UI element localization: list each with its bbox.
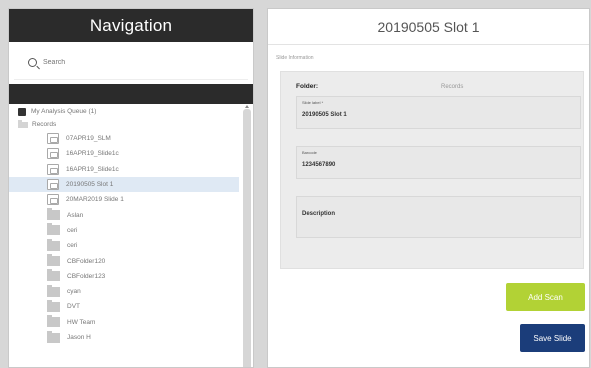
tree-item-folder[interactable]: DVT bbox=[9, 299, 239, 314]
folder-icon bbox=[47, 208, 60, 221]
tree-item-label: Jason H bbox=[67, 334, 91, 341]
description-label: Description bbox=[302, 211, 336, 217]
slide-icon bbox=[47, 194, 59, 206]
save-slide-button[interactable]: Save Slide bbox=[520, 324, 585, 352]
slide-label-field[interactable]: Slide label * 20190505 Slot 1 bbox=[296, 96, 581, 129]
tree-item-analysis-queue[interactable]: My Analysis Queue (1) bbox=[9, 105, 239, 118]
toolbar-bar bbox=[9, 84, 253, 104]
slide-icon bbox=[47, 133, 59, 145]
page-title: 20190505 Slot 1 bbox=[268, 9, 589, 45]
section-label: Slide Information bbox=[276, 55, 314, 61]
queue-icon bbox=[18, 107, 26, 116]
tree-item-label: My Analysis Queue (1) bbox=[31, 108, 97, 115]
folder-icon bbox=[47, 315, 60, 328]
tree-item-slide[interactable]: 20MAR2019 Slide 1 bbox=[9, 192, 239, 207]
folder-icon bbox=[18, 119, 28, 128]
slide-label-value: 20190505 Slot 1 bbox=[302, 112, 347, 118]
tree-item-label: cyan bbox=[67, 288, 81, 296]
folder-icon bbox=[47, 299, 60, 312]
tree-item-label: 07APR19_SLM bbox=[66, 135, 111, 143]
slide-icon bbox=[47, 179, 59, 191]
tree-item-label: 20190505 Slot 1 bbox=[66, 181, 114, 189]
navigation-title: Navigation bbox=[9, 9, 253, 42]
tree-item-label: ceri bbox=[67, 226, 78, 234]
tree-item-label: 16APR19_Slide1c bbox=[66, 150, 119, 158]
folder-label: Folder: bbox=[296, 83, 319, 90]
tree-item-folder[interactable]: cyan bbox=[9, 284, 239, 299]
search-icon bbox=[28, 58, 37, 67]
tree-item-label: CBFolder120 bbox=[67, 257, 106, 265]
folder-icon bbox=[47, 254, 60, 267]
tree-item-label: ceri bbox=[67, 242, 78, 250]
tree-item-slide[interactable]: 20190505 Slot 1 bbox=[9, 176, 239, 193]
barcode-value: 1234567890 bbox=[302, 162, 336, 168]
tree-item-label: 20MAR2019 Slide 1 bbox=[66, 196, 124, 204]
folder-icon bbox=[47, 238, 60, 251]
folder-icon bbox=[47, 284, 60, 297]
add-scan-button[interactable]: Add Scan bbox=[506, 283, 585, 311]
slide-information-box: Folder: Records Slide label * 20190505 S… bbox=[280, 71, 584, 269]
tree-item-label: 16APR19_Slide1c bbox=[66, 165, 119, 173]
tree-item-label: Records bbox=[32, 121, 57, 128]
tree-item-folder[interactable]: CBFolder120 bbox=[9, 253, 239, 268]
tree-item-slide[interactable]: 07APR19_SLM bbox=[9, 131, 239, 146]
folder-icon bbox=[47, 223, 60, 236]
tree-item-folder[interactable]: HW Team bbox=[9, 315, 239, 330]
tree-item-records[interactable]: Records bbox=[9, 118, 239, 131]
slide-icon bbox=[47, 163, 59, 175]
search-box[interactable] bbox=[14, 46, 248, 80]
barcode-caption: Barcode bbox=[302, 150, 317, 155]
folder-icon bbox=[47, 269, 60, 282]
tree-item-slide[interactable]: 16APR19_Slide1c bbox=[9, 146, 239, 161]
navigation-panel: Navigation My Analysis Queue (1) Records… bbox=[8, 8, 254, 368]
tree-item-folder[interactable]: ceri bbox=[9, 223, 239, 238]
slide-icon bbox=[47, 148, 59, 160]
search-input[interactable] bbox=[43, 59, 223, 66]
description-field[interactable]: Description bbox=[296, 196, 581, 238]
folder-icon bbox=[47, 330, 60, 343]
folder-tree: My Analysis Queue (1) Records 07APR19_SL… bbox=[9, 105, 239, 367]
tree-item-label: DVT bbox=[67, 303, 80, 311]
tree-item-folder[interactable]: Aslan bbox=[9, 207, 239, 222]
slide-detail-panel: 20190505 Slot 1 Slide Information Folder… bbox=[267, 8, 590, 368]
tree-item-label: CBFolder123 bbox=[67, 272, 106, 280]
tree-item-folder[interactable]: ceri bbox=[9, 238, 239, 253]
tree-item-slide[interactable]: 16APR19_Slide1c bbox=[9, 162, 239, 177]
scroll-up-arrow[interactable] bbox=[245, 105, 249, 108]
tree-item-folder[interactable]: CBFolder123 bbox=[9, 269, 239, 284]
tree-item-label: Aslan bbox=[67, 211, 84, 219]
slide-label-caption: Slide label * bbox=[302, 100, 324, 105]
tree-scrollbar[interactable] bbox=[243, 109, 251, 367]
tree-item-label: HW Team bbox=[67, 318, 96, 326]
folder-value: Records bbox=[441, 84, 464, 90]
tree-item-folder[interactable]: Jason H bbox=[9, 330, 239, 345]
barcode-field[interactable]: Barcode 1234567890 bbox=[296, 146, 581, 179]
